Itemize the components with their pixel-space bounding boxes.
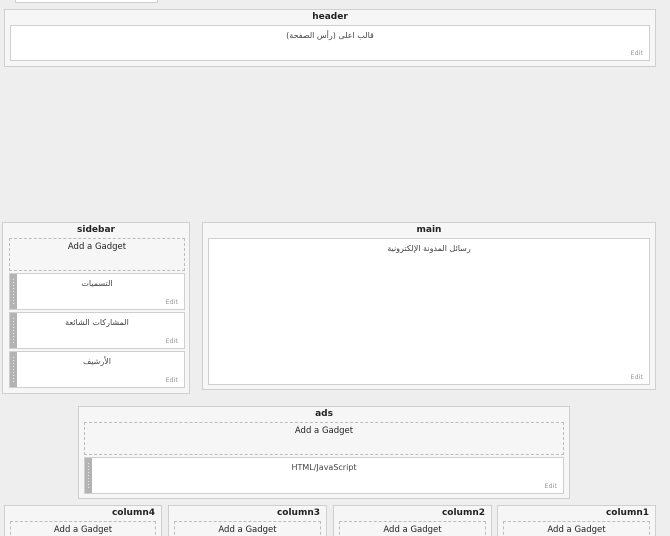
sidebar-section: sidebar Add a Gadget التسميات Edit المشا… (2, 222, 190, 394)
header-widget[interactable]: قالب اعلى (رأس الصفحة) Edit (10, 25, 650, 61)
column1-section: column1 Add a Gadget (497, 505, 656, 536)
sidebar-widget-edit-link[interactable]: Edit (165, 376, 178, 384)
ads-widget-html-javascript[interactable]: HTML/JavaScript Edit (84, 457, 564, 494)
sidebar-widget-title: المشاركات الشائعة (65, 318, 129, 327)
header-section-title: header (312, 12, 348, 22)
ads-add-gadget-button[interactable]: Add a Gadget (84, 422, 564, 455)
column4-section-title: column4 (111, 508, 155, 518)
main-widget-edit-link[interactable]: Edit (630, 373, 643, 381)
ads-widget-title: HTML/JavaScript (291, 463, 357, 472)
main-widget-title: رسائل المدونة الإلكترونية (387, 244, 471, 253)
main-section-title: main (416, 225, 442, 235)
sidebar-widget-edit-link[interactable]: Edit (165, 337, 178, 345)
ads-section: ads Add a Gadget HTML/JavaScript Edit (78, 406, 570, 499)
column3-section: column3 Add a Gadget (168, 505, 327, 536)
sidebar-widget-edit-link[interactable]: Edit (165, 298, 178, 306)
column4-section: column4 Add a Gadget (4, 505, 162, 536)
column4-add-gadget-button[interactable]: Add a Gadget (10, 521, 156, 536)
column3-section-title: column3 (276, 508, 320, 518)
sidebar-widget-title: الأرشيف (82, 357, 112, 366)
header-section: header قالب اعلى (رأس الصفحة) Edit (4, 9, 656, 67)
ads-section-title: ads (315, 409, 333, 419)
ads-widget-edit-link[interactable]: Edit (544, 482, 557, 490)
main-section: main رسائل المدونة الإلكترونية Edit (202, 222, 656, 390)
drag-handle[interactable] (85, 458, 92, 493)
sidebar-widget-labels[interactable]: التسميات Edit (9, 273, 185, 310)
column3-add-gadget-button[interactable]: Add a Gadget (174, 521, 321, 536)
sidebar-section-title: sidebar (77, 225, 115, 235)
sidebar-widget-title: التسميات (81, 279, 113, 288)
main-widget-blog-posts[interactable]: رسائل المدونة الإلكترونية Edit (208, 238, 650, 385)
column1-section-title: column1 (605, 508, 649, 518)
header-widget-title: قالب اعلى (رأس الصفحة) (286, 31, 374, 40)
column2-section: column2 Add a Gadget (333, 505, 492, 536)
sidebar-widget-archive[interactable]: الأرشيف Edit (9, 351, 185, 388)
column1-add-gadget-button[interactable]: Add a Gadget (503, 521, 650, 536)
sidebar-widget-popular-posts[interactable]: المشاركات الشائعة Edit (9, 312, 185, 349)
column2-add-gadget-button[interactable]: Add a Gadget (339, 521, 486, 536)
drag-handle[interactable] (10, 352, 17, 387)
drag-handle[interactable] (10, 313, 17, 348)
sidebar-add-gadget-button[interactable]: Add a Gadget (9, 238, 185, 271)
column2-section-title: column2 (441, 508, 485, 518)
top-section-fragment (15, 0, 158, 3)
header-widget-edit-link[interactable]: Edit (630, 49, 643, 57)
drag-handle[interactable] (10, 274, 17, 309)
